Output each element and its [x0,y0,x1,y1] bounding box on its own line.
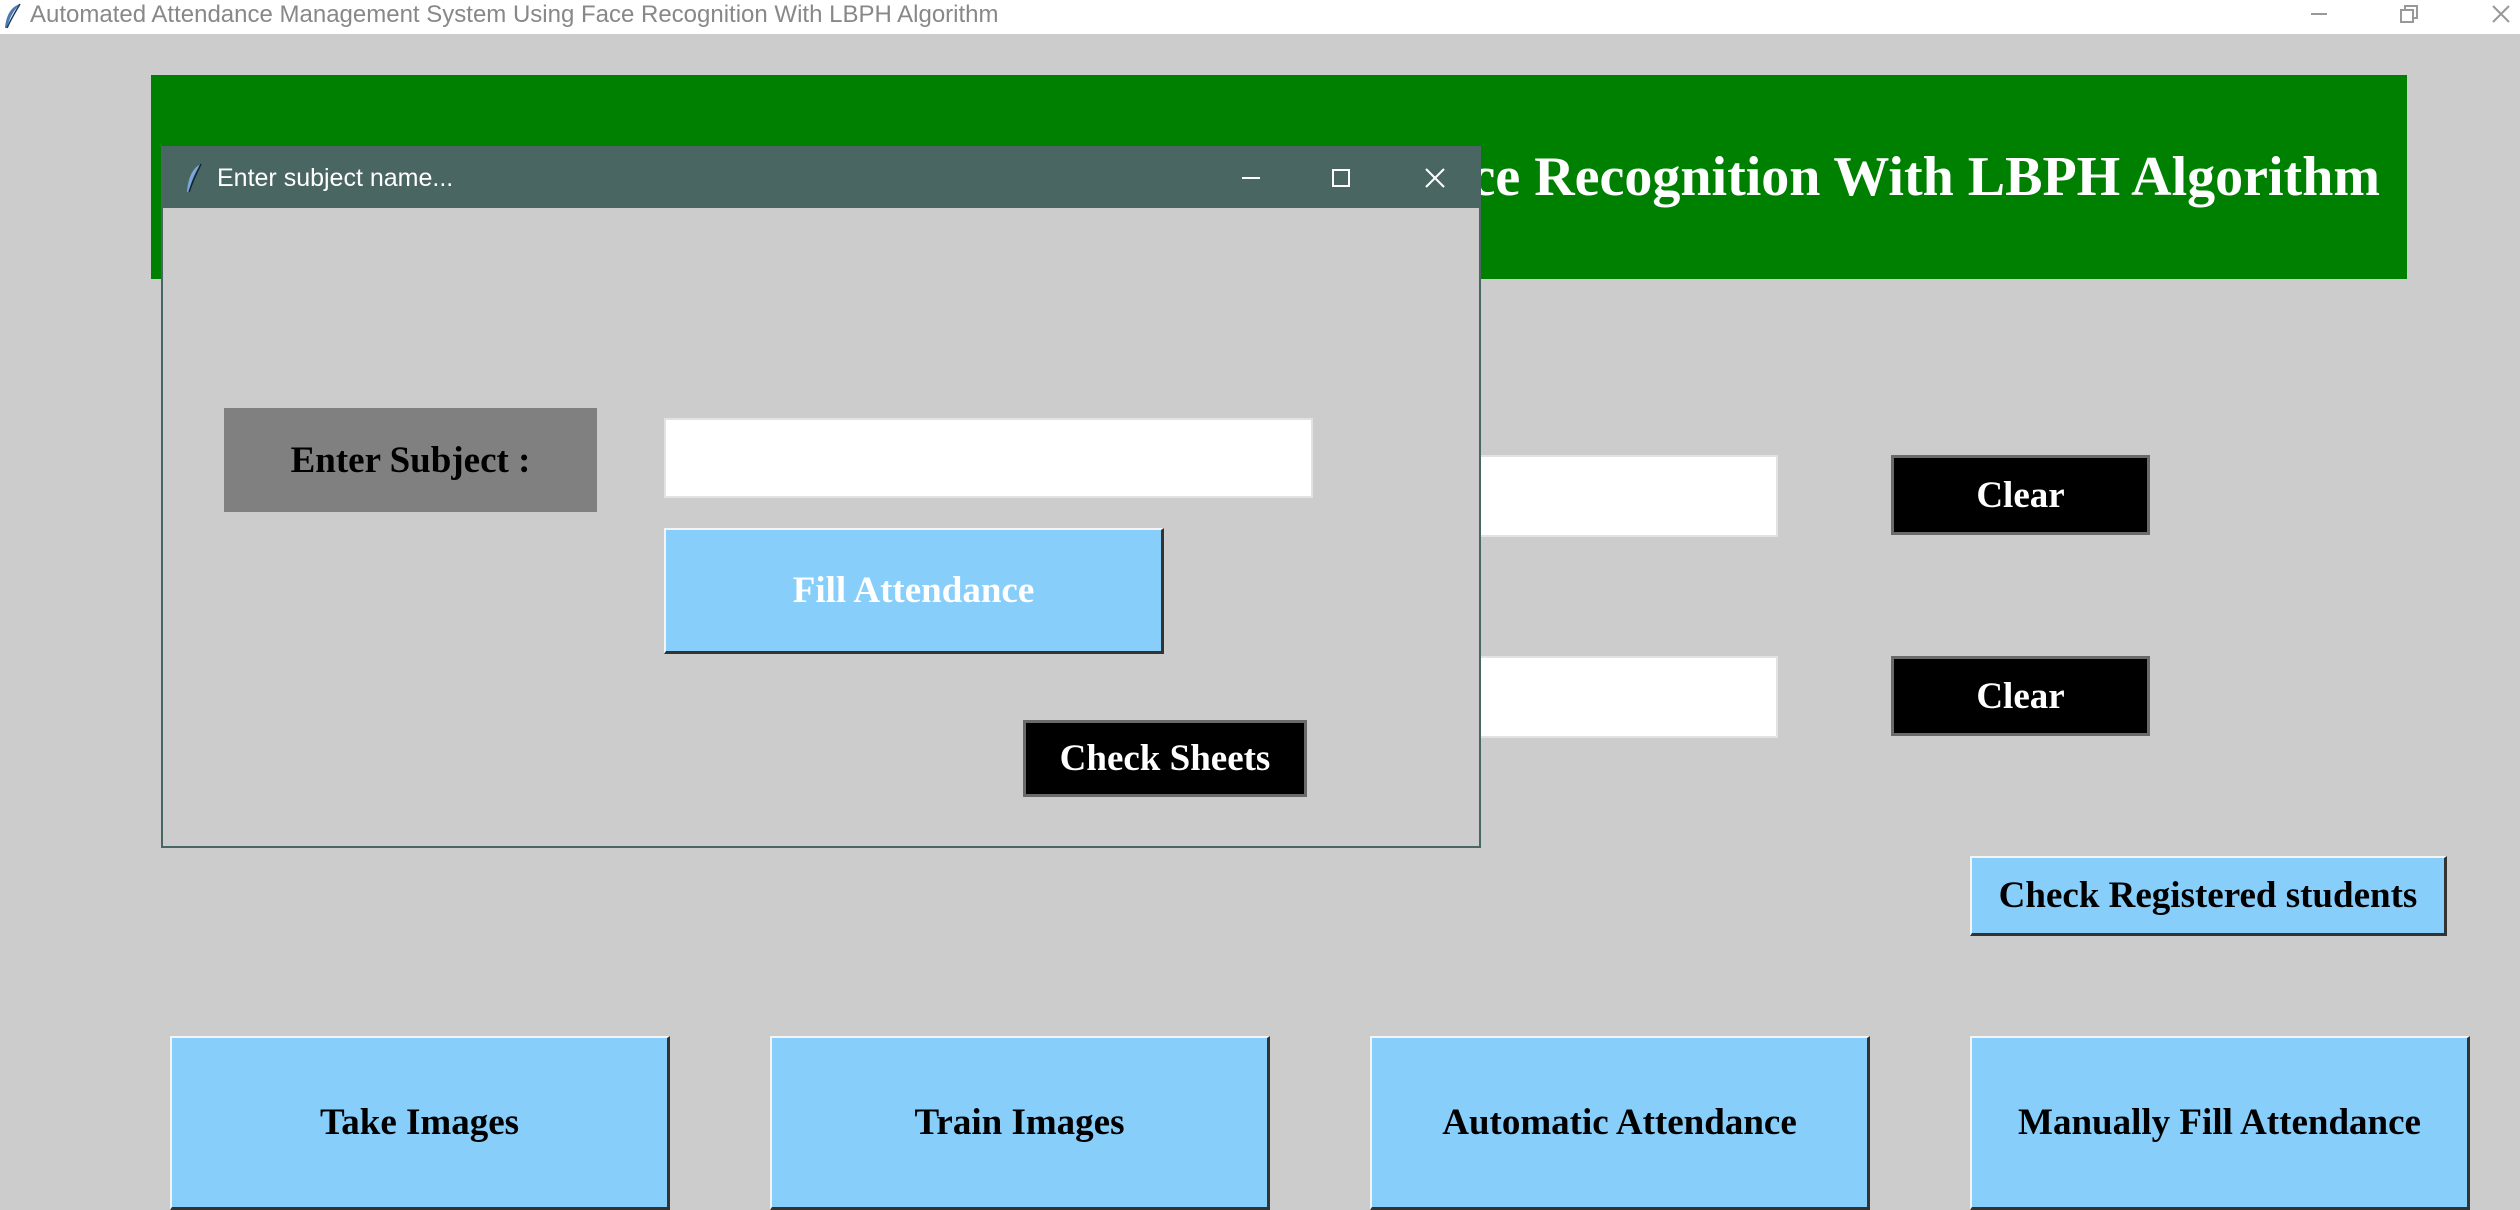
close-icon [2492,5,2510,23]
close-icon [1425,168,1445,188]
close-button[interactable] [2466,0,2520,30]
minimize-icon [1242,177,1260,179]
dialog-titlebar: Enter subject name... [163,148,1479,208]
dialog-minimize-button[interactable] [1211,148,1291,208]
clear-name-button[interactable]: Clear [1891,656,2150,736]
subject-dialog: Enter subject name... Enter Subject : Fi… [161,146,1481,848]
window-titlebar: Automated Attendance Management System U… [0,0,2520,34]
dialog-title: Enter subject name... [217,164,454,192]
maximize-icon [1332,169,1350,187]
check-registered-students-button[interactable]: Check Registered students [1970,856,2447,936]
minimize-icon [2311,13,2327,15]
manually-fill-attendance-button[interactable]: Manually Fill Attendance [1970,1036,2470,1210]
take-images-button[interactable]: Take Images [170,1036,670,1210]
window-title: Automated Attendance Management System U… [30,1,999,28]
check-sheets-button[interactable]: Check Sheets [1023,720,1307,797]
feather-icon [5,3,21,29]
dialog-close-button[interactable] [1395,148,1475,208]
restore-icon [2400,5,2418,23]
train-images-button[interactable]: Train Images [770,1036,1270,1210]
subject-input[interactable] [664,418,1313,498]
automatic-attendance-button[interactable]: Automatic Attendance [1370,1036,1870,1210]
subject-label: Enter Subject : [224,408,597,512]
fill-attendance-button[interactable]: Fill Attendance [664,528,1164,654]
feather-icon [187,163,202,193]
minimize-button[interactable] [2284,0,2354,30]
dialog-maximize-button[interactable] [1301,148,1381,208]
restore-button[interactable] [2374,0,2444,30]
clear-enrollment-button[interactable]: Clear [1891,455,2150,535]
